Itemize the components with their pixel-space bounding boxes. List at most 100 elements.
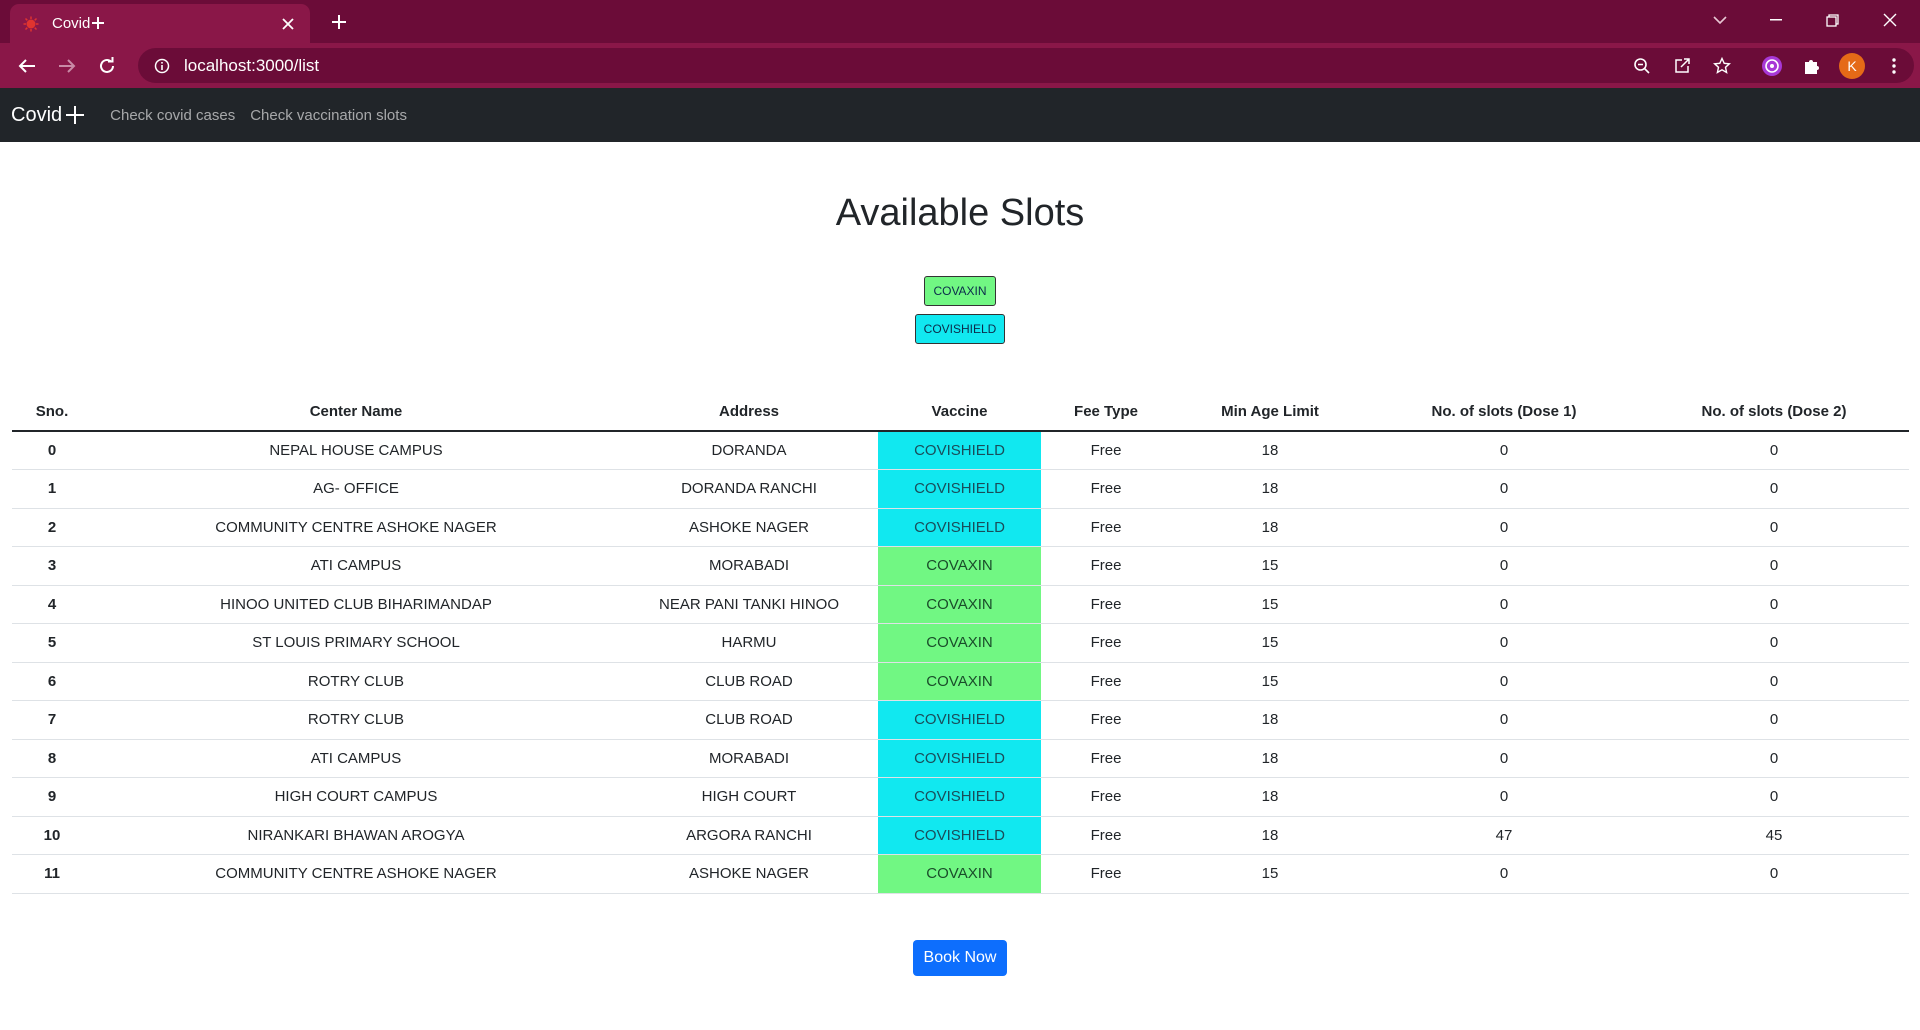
cell-slots-dose1: 47: [1369, 816, 1639, 855]
header-vaccine: Vaccine: [878, 393, 1041, 432]
nav-link-vaccination-slots[interactable]: Check vaccination slots: [250, 107, 407, 124]
cell-min-age: 18: [1171, 816, 1369, 855]
cell-slots-dose2: 0: [1639, 546, 1909, 586]
browser-tab[interactable]: Covid: [10, 4, 310, 43]
cell-fee-type: Free: [1041, 777, 1171, 817]
menu-dots-icon[interactable]: [1880, 52, 1908, 80]
cell-address: DORANDA RANCHI: [620, 469, 878, 509]
cell-vaccine: COVISHIELD: [878, 777, 1041, 817]
table-row: 1 AG- OFFICE DORANDA RANCHI COVISHIELD Free 1…: [12, 469, 1909, 509]
cell-fee-type: Free: [1041, 700, 1171, 740]
cell-center-name: AG- OFFICE: [92, 469, 620, 509]
back-arrow-icon[interactable]: [13, 52, 41, 80]
cell-fee-type: Free: [1041, 508, 1171, 547]
cell-vaccine: COVAXIN: [878, 662, 1041, 701]
filter-covaxin-button[interactable]: COVAXIN: [924, 276, 996, 306]
bookmark-star-icon[interactable]: [1707, 48, 1737, 83]
header-slots-dose2: No. of slots (Dose 2): [1639, 393, 1909, 432]
brand-text: Covid: [11, 103, 63, 126]
extension-icon[interactable]: [1759, 53, 1785, 79]
cell-fee-type: Free: [1041, 431, 1171, 470]
cell-address: NEAR PANI TANKI HINOO: [620, 585, 878, 624]
cell-center-name: COMMUNITY CENTRE ASHOKE NAGER: [92, 854, 620, 894]
cell-fee-type: Free: [1041, 854, 1171, 894]
header-slots-dose1: No. of slots (Dose 1): [1369, 393, 1639, 432]
cell-vaccine: COVISHIELD: [878, 739, 1041, 778]
tab-title: Covid: [52, 15, 278, 32]
cell-slots-dose1: 0: [1369, 623, 1639, 663]
slots-table: Sno. Center Name Address Vaccine Fee Typ…: [12, 393, 1909, 894]
cell-vaccine: COVISHIELD: [878, 469, 1041, 509]
cell-sno: 2: [12, 508, 92, 547]
cell-slots-dose2: 0: [1639, 854, 1909, 894]
cell-address: DORANDA: [620, 431, 878, 470]
site-info-icon[interactable]: [152, 56, 172, 76]
cell-min-age: 15: [1171, 623, 1369, 663]
reload-icon[interactable]: [93, 52, 121, 80]
header-address: Address: [620, 393, 878, 432]
app-navbar: Covid Check covid cases Check vaccinatio…: [0, 88, 1920, 142]
tab-search-chevron-icon[interactable]: [1692, 0, 1748, 40]
puzzle-extensions-icon[interactable]: [1799, 53, 1825, 79]
cell-min-age: 18: [1171, 508, 1369, 547]
header-sno: Sno.: [12, 393, 92, 432]
tab-close-icon[interactable]: [278, 14, 298, 34]
cell-address: HARMU: [620, 623, 878, 663]
cell-min-age: 18: [1171, 469, 1369, 509]
cell-slots-dose2: 0: [1639, 469, 1909, 509]
cell-center-name: ATI CAMPUS: [92, 739, 620, 778]
table-row: 8 ATI CAMPUS MORABADI COVISHIELD Free 18 0 0: [12, 739, 1909, 778]
minimize-icon[interactable]: [1748, 0, 1804, 40]
header-fee-type: Fee Type: [1041, 393, 1171, 432]
cell-sno: 3: [12, 546, 92, 586]
profile-avatar[interactable]: K: [1839, 53, 1865, 79]
cell-min-age: 18: [1171, 739, 1369, 778]
window-close-icon[interactable]: [1862, 0, 1918, 40]
table-body: 0 NEPAL HOUSE CAMPUS DORANDA COVISHIELD Free…: [12, 431, 1909, 894]
cell-fee-type: Free: [1041, 585, 1171, 624]
table-row: 11 COMMUNITY CENTRE ASHOKE NAGER ASHOKE NA…: [12, 854, 1909, 894]
cell-center-name: NEPAL HOUSE CAMPUS: [92, 431, 620, 470]
cell-center-name: ATI CAMPUS: [92, 546, 620, 586]
nav-link-covid-cases[interactable]: Check covid cases: [110, 107, 235, 124]
table-row: 6 ROTRY CLUB CLUB ROAD COVAXIN Free 15 0 0: [12, 662, 1909, 701]
browser-tab-bar: Covid: [0, 0, 1920, 43]
cell-sno: 10: [12, 816, 92, 855]
cell-slots-dose1: 0: [1369, 700, 1639, 740]
table-row: 7 ROTRY CLUB CLUB ROAD COVISHIELD Free 18 0 0: [12, 700, 1909, 740]
cell-slots-dose2: 45: [1639, 816, 1909, 855]
cell-min-age: 18: [1171, 777, 1369, 817]
cell-slots-dose1: 0: [1369, 777, 1639, 817]
cell-slots-dose1: 0: [1369, 431, 1639, 470]
url-text: localhost:3000/list: [184, 55, 320, 75]
cell-center-name: ST LOUIS PRIMARY SCHOOL: [92, 623, 620, 663]
vaccine-filter-group: COVAXIN COVISHIELD: [0, 276, 1920, 344]
brand-logo[interactable]: Covid: [11, 103, 85, 127]
cell-slots-dose1: 0: [1369, 469, 1639, 509]
cell-min-age: 18: [1171, 700, 1369, 740]
cell-sno: 8: [12, 739, 92, 778]
cell-fee-type: Free: [1041, 816, 1171, 855]
share-icon[interactable]: [1667, 48, 1697, 83]
filter-covishield-button[interactable]: COVISHIELD: [914, 314, 1006, 344]
cell-min-age: 15: [1171, 662, 1369, 701]
cell-sno: 7: [12, 700, 92, 740]
address-bar[interactable]: localhost:3000/list: [138, 48, 1914, 83]
cell-slots-dose2: 0: [1639, 508, 1909, 547]
zoom-icon[interactable]: [1627, 48, 1657, 83]
cell-fee-type: Free: [1041, 469, 1171, 509]
cell-slots-dose1: 0: [1369, 508, 1639, 547]
cell-sno: 5: [12, 623, 92, 663]
cell-address: MORABADI: [620, 739, 878, 778]
cell-min-age: 15: [1171, 854, 1369, 894]
plus-icon: [92, 17, 105, 29]
forward-arrow-icon[interactable]: [53, 52, 81, 80]
cell-address: ARGORA RANCHI: [620, 816, 878, 855]
cell-vaccine: COVAXIN: [878, 854, 1041, 894]
cell-sno: 4: [12, 585, 92, 624]
new-tab-icon[interactable]: [325, 8, 353, 36]
book-now-button[interactable]: Book Now: [913, 939, 1007, 976]
cell-fee-type: Free: [1041, 739, 1171, 778]
restore-icon[interactable]: [1804, 0, 1860, 40]
browser-toolbar: localhost:3000/list: [0, 43, 1920, 88]
